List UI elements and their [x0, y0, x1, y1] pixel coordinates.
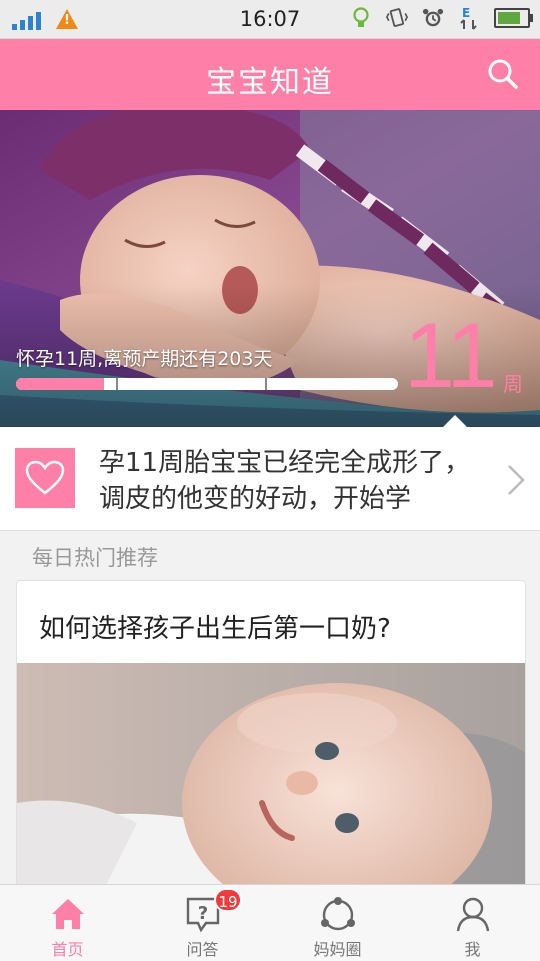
week-unit: 周: [503, 372, 523, 396]
circle-icon: [320, 897, 355, 931]
chevron-right-icon: [506, 463, 526, 501]
bottom-nav: 首页 ? 19 问答 妈妈圈 我: [0, 884, 540, 961]
svg-text:E: E: [462, 6, 470, 20]
pregnancy-status-text: 怀孕11周,离预产期还有203天: [16, 348, 273, 370]
nav-label: 问答: [186, 940, 219, 959]
search-button[interactable]: [486, 57, 520, 91]
app-header: 宝宝知道: [0, 39, 540, 110]
progress-fill: [16, 378, 104, 390]
vibrate-icon: [386, 7, 408, 29]
daily-tip[interactable]: 孕11周胎宝宝已经完全成形了，调皮的他变的好动，开始学: [0, 427, 540, 531]
svg-text:?: ?: [197, 903, 207, 924]
battery-icon: [494, 8, 533, 28]
recommend-card[interactable]: 如何选择孩子出生后第一口奶?: [16, 580, 526, 902]
nav-mom-circle[interactable]: 妈妈圈: [270, 885, 405, 961]
nav-home[interactable]: 首页: [0, 885, 135, 961]
nav-label: 妈妈圈: [313, 940, 362, 959]
bulb-icon: [350, 7, 372, 29]
app-title: 宝宝知道: [206, 65, 334, 100]
alarm-icon: [422, 7, 444, 29]
progress-tick: [265, 378, 267, 390]
user-icon: [456, 897, 489, 932]
pregnancy-progress-bar: [16, 378, 398, 390]
home-icon: [51, 899, 84, 929]
progress-tick: [116, 378, 118, 390]
search-icon: [488, 59, 518, 89]
nav-label: 我: [464, 940, 481, 959]
section-title: 每日热门推荐: [32, 546, 158, 570]
newborn-image: [17, 663, 525, 901]
heart-icon: [15, 448, 75, 508]
tip-text: 孕11周胎宝宝已经完全成形了，调皮的他变的好动，开始学: [99, 448, 471, 514]
week-number: 11: [404, 305, 498, 407]
notification-badge: 19: [214, 888, 242, 912]
data-icon: E: [458, 6, 480, 30]
nav-me[interactable]: 我: [405, 885, 540, 961]
nav-label: 首页: [51, 940, 84, 959]
card-title: 如何选择孩子出生后第一口奶?: [39, 614, 391, 644]
nav-qa[interactable]: ? 19 问答: [135, 885, 270, 961]
pointer-notch: [443, 415, 467, 427]
hero-banner[interactable]: 怀孕11周,离预产期还有203天 11 周: [0, 110, 540, 427]
status-bar: ! 16:07 E: [0, 0, 540, 39]
